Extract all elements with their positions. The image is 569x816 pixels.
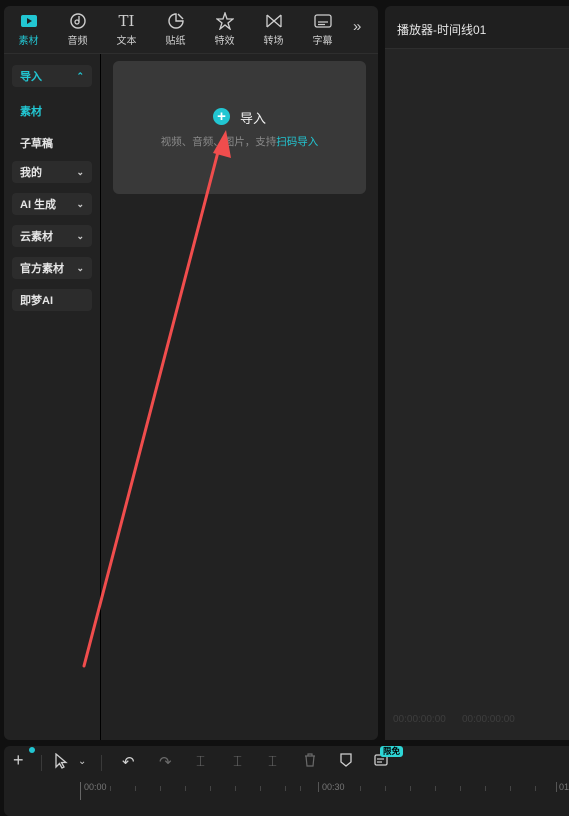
import-hint: 视频、音频、图片，支持扫码导入 — [113, 134, 366, 149]
delete-icon[interactable] — [304, 753, 316, 771]
top-tabs: 素材 音频 TI 文本 贴纸 特效 转场 字幕 — [4, 6, 378, 50]
trim-right-icon[interactable]: ⌶ — [268, 753, 277, 770]
ruler-label: 01 — [559, 782, 569, 792]
chevron-up-icon: ⌃ — [76, 70, 84, 81]
sidebar-item-label: AI 生成 — [20, 199, 57, 211]
split-icon[interactable]: ⌶ — [196, 753, 205, 770]
ruler-label: 00:30 — [322, 782, 345, 792]
sidebar-item-label: 云素材 — [20, 231, 53, 243]
sidebar-item-label: 我的 — [20, 167, 42, 179]
sidebar-item-sub-draft[interactable]: 子草稿 — [20, 135, 53, 151]
timecode-total: 00:00:00:00 — [462, 714, 515, 725]
ruler-tick — [135, 786, 136, 791]
chevron-down-icon[interactable]: ⌄ — [78, 756, 86, 767]
ruler-tick — [535, 786, 536, 791]
caption-icon — [312, 12, 334, 30]
ruler-tick — [360, 786, 361, 791]
tab-label: 贴纸 — [165, 36, 186, 47]
ruler-tick — [460, 786, 461, 791]
chevron-down-icon: ⌄ — [76, 230, 84, 241]
sidebar-item-label: 即梦AI — [20, 295, 53, 307]
player-viewport[interactable] — [385, 49, 569, 740]
tab-label: 音频 — [67, 36, 88, 47]
import-card[interactable]: + 导入 视频、音频、图片，支持扫码导入 — [113, 61, 366, 194]
redo-icon[interactable]: ↷ — [159, 753, 172, 771]
more-tabs-icon[interactable]: » — [353, 18, 361, 35]
ruler-tick — [260, 786, 261, 791]
ruler-tick — [300, 786, 301, 791]
sidebar-item-label: 导入 — [20, 71, 42, 83]
chevron-down-icon: ⌄ — [76, 262, 84, 273]
ruler-major-tick — [318, 782, 319, 792]
ruler-tick — [510, 786, 511, 791]
tab-label: 素材 — [18, 36, 39, 47]
sidebar-item-official[interactable]: 官方素材 ⌄ — [12, 257, 92, 279]
tab-label: 特效 — [214, 36, 235, 47]
timeline-ruler[interactable]: 00:00 00:30 01 — [4, 780, 569, 800]
marker-icon[interactable] — [340, 753, 352, 771]
free-badge: 限免 — [380, 746, 404, 757]
transition-icon — [263, 12, 285, 30]
ruler-tick — [160, 786, 161, 791]
chevron-down-icon: ⌄ — [76, 198, 84, 209]
ruler-tick — [385, 786, 386, 791]
tab-label: 转场 — [263, 36, 284, 47]
sidebar-divider — [100, 54, 101, 740]
ruler-tick — [185, 786, 186, 791]
sidebar-item-material[interactable]: 素材 — [20, 103, 42, 119]
tab-transition[interactable]: 转场 — [249, 6, 298, 50]
divider — [41, 755, 42, 771]
ruler-tick — [110, 786, 111, 791]
import-label[interactable]: 导入 — [240, 108, 266, 127]
playhead[interactable] — [80, 782, 81, 800]
notification-dot — [29, 747, 35, 753]
divider — [101, 755, 102, 771]
sticker-icon — [165, 12, 187, 30]
add-track-icon[interactable]: + — [13, 750, 24, 771]
media-icon — [18, 12, 40, 30]
tab-sticker[interactable]: 贴纸 — [151, 6, 200, 50]
player-panel: 播放器-时间线01 00:00:00:00 00:00:00:00 — [385, 6, 569, 740]
tab-audio[interactable]: 音频 — [53, 6, 102, 50]
sidebar-item-import[interactable]: 导入 ⌃ — [12, 65, 92, 87]
ruler-label: 00:00 — [84, 782, 107, 792]
tab-media[interactable]: 素材 — [4, 6, 53, 50]
ruler-tick — [210, 786, 211, 791]
ruler-major-tick — [556, 782, 557, 792]
sidebar-item-cloud[interactable]: 云素材 ⌄ — [12, 225, 92, 247]
effects-icon — [214, 12, 236, 30]
sidebar: 导入 ⌃ 素材 子草稿 我的 ⌄ AI 生成 ⌄ 云素材 ⌄ 官方素材 ⌄ 即梦… — [4, 54, 100, 740]
import-hint-text: 视频、音频、图片，支持 — [160, 136, 277, 148]
text-icon: TI — [118, 12, 135, 30]
ruler-tick — [235, 786, 236, 791]
sidebar-item-jimeng[interactable]: 即梦AI — [12, 289, 92, 311]
sidebar-item-label: 官方素材 — [20, 263, 64, 275]
ruler-tick — [285, 786, 286, 791]
media-panel: 素材 音频 TI 文本 贴纸 特效 转场 字幕 » 导入 ⌃ 素材 子草稿 我的… — [4, 6, 378, 740]
ruler-tick — [410, 786, 411, 791]
select-cursor-icon[interactable] — [54, 752, 68, 773]
ruler-tick — [435, 786, 436, 791]
tab-caption[interactable]: 字幕 — [298, 6, 347, 50]
tab-text[interactable]: TI 文本 — [102, 6, 151, 50]
audio-icon — [67, 12, 89, 30]
tab-label: 字幕 — [312, 36, 333, 47]
sidebar-item-ai-gen[interactable]: AI 生成 ⌄ — [12, 193, 92, 215]
tab-effects[interactable]: 特效 — [200, 6, 249, 50]
scan-import-link[interactable]: 扫码导入 — [276, 136, 318, 148]
chevron-down-icon: ⌄ — [76, 166, 84, 177]
sidebar-item-mine[interactable]: 我的 ⌄ — [12, 161, 92, 183]
tab-label: 文本 — [116, 36, 137, 47]
ruler-tick — [485, 786, 486, 791]
timeline-toolbar: + ⌄ ↶ ↷ ⌶ ⌶ ⌶ 限免 00:00 00:30 01 — [4, 746, 569, 816]
player-title: 播放器-时间线01 — [397, 23, 487, 37]
timecode-current: 00:00:00:00 — [393, 714, 446, 725]
plus-icon[interactable]: + — [213, 108, 230, 125]
undo-icon[interactable]: ↶ — [122, 753, 135, 771]
trim-left-icon[interactable]: ⌶ — [233, 753, 242, 770]
